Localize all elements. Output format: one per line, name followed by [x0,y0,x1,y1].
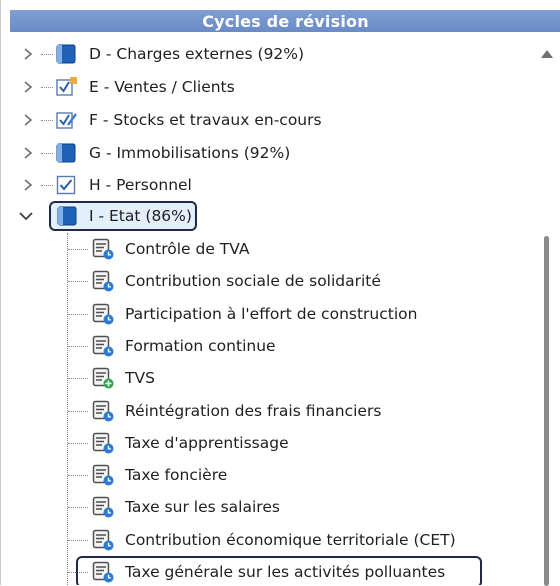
scrollbar-thumb[interactable] [544,236,549,586]
tree-connector [68,507,88,508]
subitem-label: Contribution économique territoriale (CE… [125,531,456,549]
revision-subitem[interactable]: Taxe sur les salaires [1,491,531,523]
tree-connector [68,378,88,379]
tree-node-g[interactable]: G - Immobilisations (92%) [1,137,531,169]
tree-connector [41,87,53,88]
tree-connector [68,314,88,315]
chevron-right-icon[interactable] [21,47,35,61]
book-icon [57,206,77,226]
check-pen-icon [56,110,77,130]
chevron-right-icon[interactable] [21,80,35,94]
tree-connector [68,249,88,250]
tree-connector [41,153,53,154]
tree-node-h[interactable]: H - Personnel [1,169,531,201]
subitem-label: Réintégration des frais financiers [125,402,382,420]
subitem-label: Taxe foncière [125,466,228,484]
tree-node-label: E - Ventes / Clients [89,78,235,96]
tree-connector [68,346,88,347]
revision-subitem[interactable]: TVS [1,362,531,394]
revision-subitem[interactable]: Contribution économique territoriale (CE… [1,524,531,556]
cycles-tree: D - Charges externes (92%) E - Ventes / … [1,38,531,585]
tree-connector [41,185,53,186]
tree-connector [68,411,88,412]
panel-title: Cycles de révision [202,11,369,31]
revision-subitem[interactable]: Taxe foncière [1,459,531,491]
worksheet-clock-icon [92,400,116,422]
book-icon [56,44,76,64]
worksheet-clock-icon [92,529,116,551]
tree-node-label: D - Charges externes (92%) [89,45,305,63]
revision-subitem[interactable]: Taxe d'apprentissage [1,427,531,459]
worksheet-clock-icon [92,303,116,325]
chevron-right-icon[interactable] [21,146,35,160]
revision-subitem[interactable]: Contribution sociale de solidarité [1,265,531,297]
worksheet-clock-icon [92,496,116,518]
subitem-label: Contribution sociale de solidarité [125,272,381,290]
revision-cycles-panel: Cycles de révision D - Charges externes … [0,0,560,586]
tree-node-label: G - Immobilisations (92%) [89,144,291,162]
tree-connector [68,281,88,282]
check-note-icon [56,77,77,97]
revision-subitem[interactable]: Participation à l'effort de construction [1,298,531,330]
tree-connector [68,540,88,541]
subitem-label: Taxe d'apprentissage [125,434,289,452]
subitem-label: Contrôle de TVA [125,240,250,258]
subitem-label: Taxe sur les salaires [125,498,280,516]
vertical-scrollbar[interactable] [532,38,560,586]
tree-connector [68,475,88,476]
tree-connector [68,443,88,444]
tree-node-label: F - Stocks et travaux en-cours [89,111,322,129]
worksheet-clock-icon [92,270,116,292]
book-icon [56,143,76,163]
subitem-label: TVS [125,369,155,387]
worksheet-clock-icon [92,335,116,357]
worksheet-clock-icon [92,238,116,260]
tree-connector [41,54,53,55]
chevron-right-icon[interactable] [21,178,35,192]
focused-item-outline [76,556,482,585]
worksheet-clock-icon [92,464,116,486]
checkbox-icon [56,175,76,195]
tree-node-label: H - Personnel [89,176,192,194]
worksheet-add-icon [92,367,116,389]
chevron-down-icon[interactable] [19,209,33,223]
panel-header: Cycles de révision [10,10,560,32]
tree-node-d[interactable]: D - Charges externes (92%) [1,38,531,70]
tree-node-i[interactable]: I - Etat (86%) [1,200,531,232]
revision-subitem[interactable]: Réintégration des frais financiers [1,395,531,427]
tree-node-f[interactable]: F - Stocks et travaux en-cours [1,104,531,136]
revision-subitem[interactable]: Contrôle de TVA [1,233,531,265]
revision-subitem[interactable]: Formation continue [1,330,531,362]
scroll-up-arrow-icon[interactable] [540,44,554,58]
tree-node-label: I - Etat (86%) [89,207,192,225]
tree-connector [41,120,53,121]
subitem-label: Formation continue [125,337,276,355]
chevron-right-icon[interactable] [21,113,35,127]
subitem-label: Participation à l'effort de construction [125,305,418,323]
tree-node-e[interactable]: E - Ventes / Clients [1,71,531,103]
worksheet-clock-icon [92,432,116,454]
